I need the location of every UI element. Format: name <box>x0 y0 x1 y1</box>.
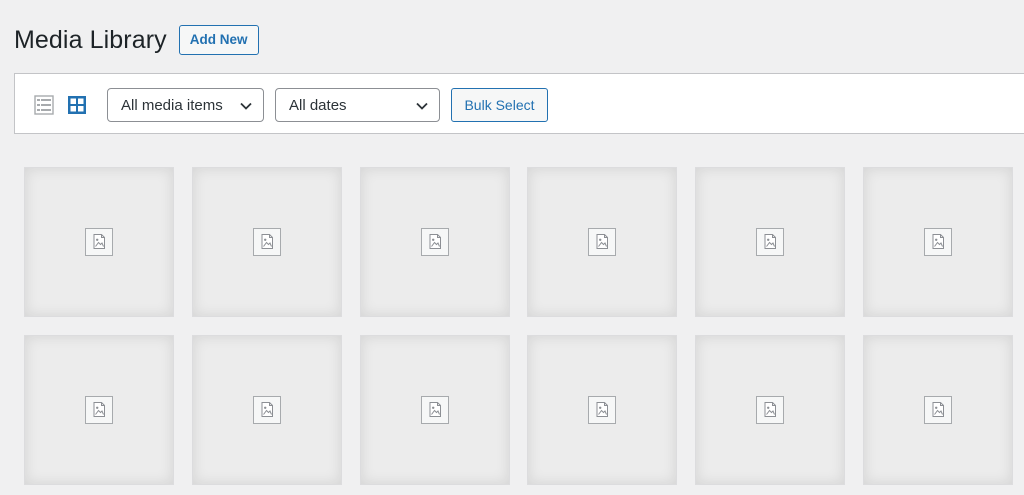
date-filter-select-value: All dates <box>289 96 347 114</box>
broken-image-icon <box>421 228 449 256</box>
broken-image-icon <box>85 396 113 424</box>
broken-image-icon <box>924 396 952 424</box>
broken-image-icon <box>421 396 449 424</box>
media-item-thumbnail[interactable] <box>695 335 845 485</box>
media-toolbar: All media items All dates Bulk Select <box>14 73 1024 134</box>
media-item-thumbnail[interactable] <box>360 335 510 485</box>
broken-image-icon <box>253 396 281 424</box>
media-item-thumbnail[interactable] <box>527 167 677 317</box>
broken-image-icon <box>924 228 952 256</box>
media-type-select[interactable]: All media items <box>107 88 264 122</box>
chevron-down-icon <box>416 102 428 110</box>
broken-image-icon <box>588 228 616 256</box>
page-header: Media Library Add New <box>14 22 259 58</box>
media-item-thumbnail[interactable] <box>695 167 845 317</box>
broken-image-icon <box>253 228 281 256</box>
broken-image-icon <box>85 228 113 256</box>
media-item-thumbnail[interactable] <box>24 335 174 485</box>
list-view-icon[interactable] <box>34 95 54 115</box>
media-type-select-value: All media items <box>121 96 223 114</box>
chevron-down-icon <box>240 102 252 110</box>
grid-view-icon[interactable] <box>67 95 87 115</box>
media-item-thumbnail[interactable] <box>192 167 342 317</box>
broken-image-icon <box>756 396 784 424</box>
media-item-thumbnail[interactable] <box>527 335 677 485</box>
media-item-thumbnail[interactable] <box>360 167 510 317</box>
media-item-thumbnail[interactable] <box>863 167 1013 317</box>
page-title: Media Library <box>14 26 167 54</box>
broken-image-icon <box>588 396 616 424</box>
add-new-button[interactable]: Add New <box>178 25 259 55</box>
broken-image-icon <box>756 228 784 256</box>
media-item-thumbnail[interactable] <box>24 167 174 317</box>
bulk-select-button[interactable]: Bulk Select <box>451 88 548 122</box>
date-filter-select[interactable]: All dates <box>275 88 440 122</box>
media-item-thumbnail[interactable] <box>863 335 1013 485</box>
media-item-thumbnail[interactable] <box>192 335 342 485</box>
